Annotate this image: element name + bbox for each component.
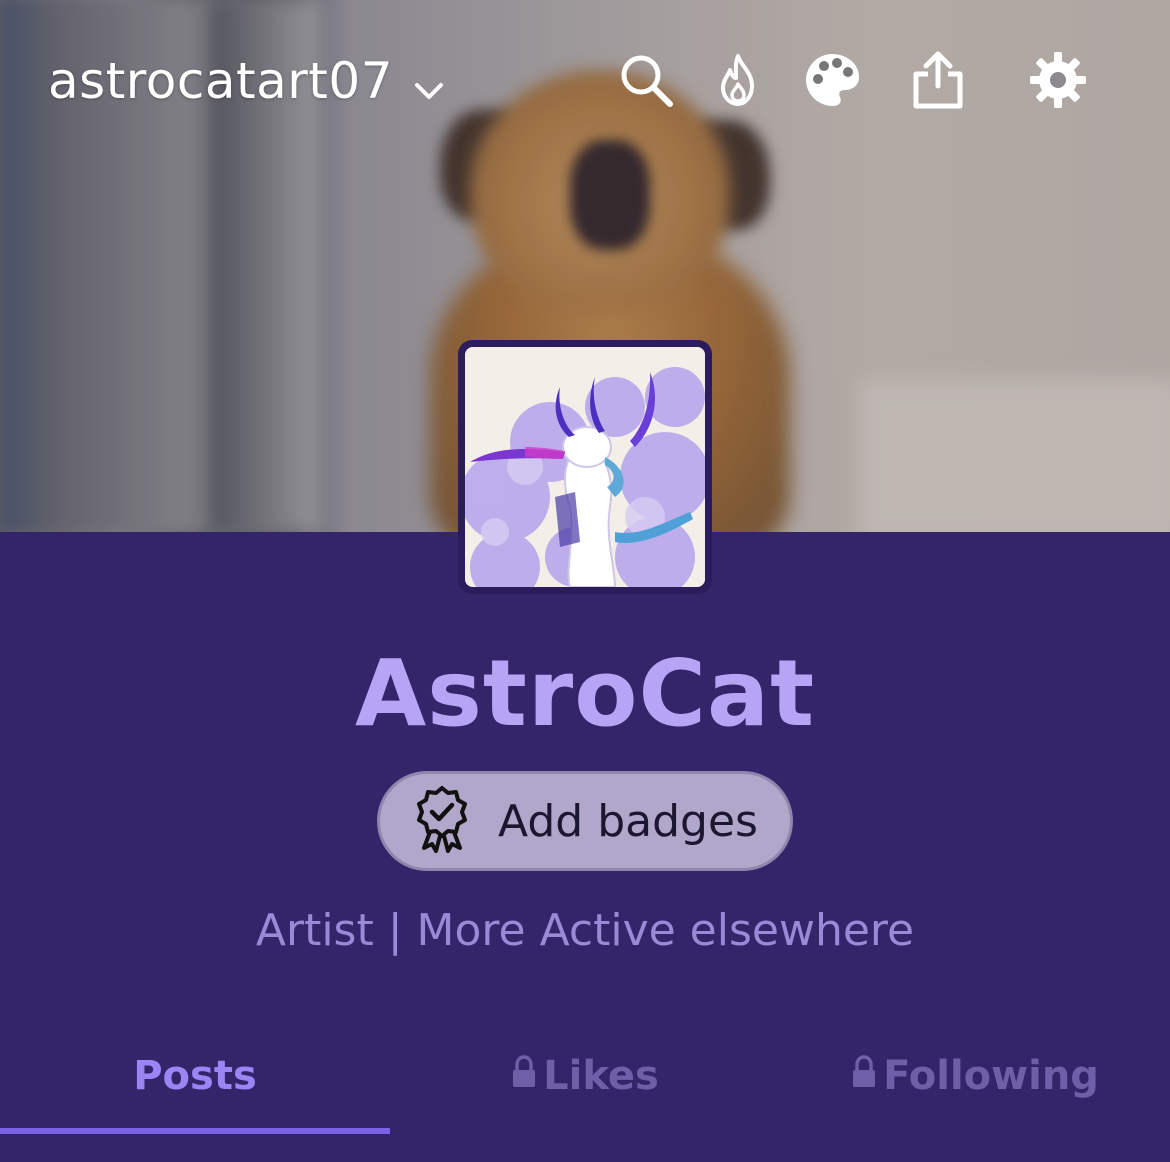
account-switcher[interactable]: astrocatart07	[48, 52, 447, 110]
add-badges-label: Add badges	[498, 795, 758, 847]
username-label: astrocatart07	[48, 52, 394, 110]
tab-likes[interactable]: Likes	[390, 1046, 780, 1106]
tab-likes-label: Likes	[543, 1053, 659, 1099]
tab-posts[interactable]: Posts	[0, 1046, 390, 1106]
tab-posts-label: Posts	[133, 1053, 257, 1099]
tab-following[interactable]: Following	[780, 1046, 1170, 1106]
avatar	[465, 347, 705, 587]
lock-icon	[511, 1053, 537, 1099]
search-icon[interactable]	[616, 50, 676, 110]
chevron-down-icon	[411, 63, 447, 99]
top-bar: astrocatart07	[0, 0, 1170, 160]
profile-bio: Artist | More Active elsewhere	[255, 905, 915, 956]
flame-icon[interactable]	[708, 50, 768, 110]
add-badges-button[interactable]: Add badges	[377, 771, 793, 871]
display-name: AstroCat	[354, 640, 816, 747]
gear-icon[interactable]	[1028, 50, 1088, 110]
share-icon[interactable]	[908, 50, 968, 110]
lock-icon	[851, 1053, 877, 1099]
profile-tabs: Posts Likes Following	[0, 1040, 1170, 1162]
palette-icon[interactable]	[802, 50, 862, 110]
badge-icon	[412, 784, 472, 858]
active-tab-indicator	[0, 1128, 390, 1134]
profile-page: astrocatart07 AstroCat Add badges Artist…	[0, 0, 1170, 1162]
avatar-frame[interactable]	[458, 340, 712, 594]
tab-following-label: Following	[883, 1053, 1099, 1099]
